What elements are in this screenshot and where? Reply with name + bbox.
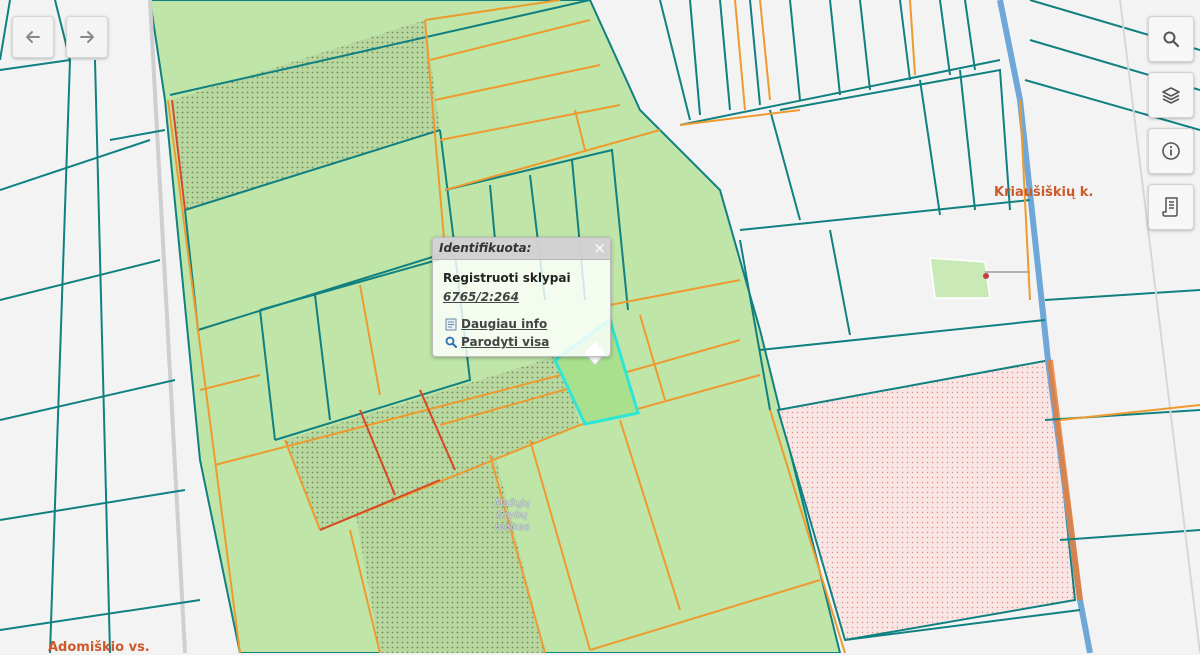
layers-button[interactable] (1148, 72, 1194, 118)
popup-title: Identifikuota: (439, 241, 532, 255)
document-icon (445, 318, 457, 330)
search-icon (1163, 31, 1180, 48)
layer-name: Registruoti sklypai (443, 271, 571, 285)
close-icon[interactable]: × (593, 239, 606, 257)
search-button[interactable] (1148, 16, 1194, 62)
arrow-left-icon (26, 31, 40, 43)
forest-label: Mažųjų Grybų miškas (494, 498, 530, 533)
arrow-right-icon (80, 31, 94, 43)
village-label: Kriaušiškių k. (994, 185, 1094, 200)
small-green-area (929, 257, 991, 299)
legend-document-icon (1162, 197, 1178, 217)
forward-button[interactable] (66, 16, 108, 58)
popup-header: Identifikuota: × (433, 238, 610, 260)
layers-icon (1162, 87, 1180, 104)
point-marker (983, 273, 989, 279)
back-button[interactable] (12, 16, 54, 58)
magnifier-icon (445, 336, 457, 348)
identify-popup: Identifikuota: × Registruoti sklypai 676… (432, 237, 611, 357)
more-info-label: Daugiau info (461, 317, 548, 331)
info-icon (1162, 142, 1180, 160)
show-all-link[interactable]: Parodyti visa (445, 335, 549, 349)
parcel-id-link[interactable]: 6765/2:264 (443, 290, 519, 304)
show-all-label: Parodyti visa (461, 335, 550, 349)
info-button[interactable] (1148, 128, 1194, 174)
legend-button[interactable] (1148, 184, 1194, 230)
more-info-link[interactable]: Daugiau info (445, 317, 547, 331)
